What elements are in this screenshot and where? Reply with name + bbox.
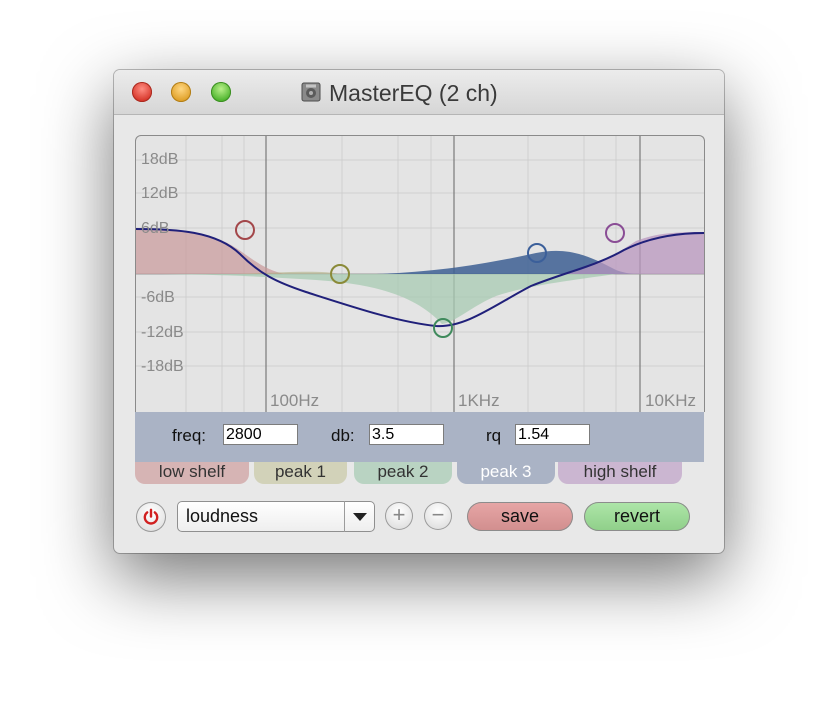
db-label-minus12: -12dB <box>141 324 184 341</box>
tab-peak-1[interactable]: peak 1 <box>254 462 347 484</box>
db-label-18: 18dB <box>141 151 178 168</box>
revert-button[interactable]: revert <box>584 502 690 531</box>
preset-select[interactable]: loudness <box>177 501 375 532</box>
rq-input[interactable]: 1.54 <box>515 424 590 445</box>
tab-peak-2[interactable]: peak 2 <box>354 462 452 484</box>
power-button[interactable] <box>136 502 166 532</box>
db-label-minus18: -18dB <box>141 358 184 375</box>
band-parameters: freq: 2800 db: 3.5 rq 1.54 <box>135 412 704 462</box>
low-shelf-handle <box>235 220 255 240</box>
db-label-minus6: -6dB <box>141 289 175 306</box>
freq-label-10khz: 10KHz <box>645 391 696 410</box>
mastereq-window: MasterEQ (2 ch) 18dB 12dB 6dB -6dB -12dB… <box>114 70 724 553</box>
tab-low-shelf[interactable]: low shelf <box>135 462 249 484</box>
tab-peak-3[interactable]: peak 3 <box>457 462 555 484</box>
db-label-12: 12dB <box>141 185 178 202</box>
preset-value: loudness <box>186 506 259 526</box>
freq-label: freq: <box>172 426 207 445</box>
db-label-6: 6dB <box>141 220 169 237</box>
rq-label: rq <box>486 426 502 445</box>
tab-high-shelf[interactable]: high shelf <box>558 462 682 484</box>
eq-graph[interactable]: 18dB 12dB 6dB -6dB -12dB -18dB 100Hz 1KH… <box>135 135 705 412</box>
save-button[interactable]: save <box>467 502 573 531</box>
zoom-button[interactable] <box>211 82 231 102</box>
minimize-button[interactable] <box>171 82 191 102</box>
freq-label-1khz: 1KHz <box>458 391 500 410</box>
chevron-down-icon <box>353 513 367 521</box>
add-preset-button[interactable]: + <box>385 502 413 530</box>
title-bar[interactable]: MasterEQ (2 ch) <box>114 70 724 115</box>
freq-label-100hz: 100Hz <box>270 391 319 410</box>
close-button[interactable] <box>132 82 152 102</box>
high-shelf-handle <box>605 223 625 243</box>
preset-dropdown-toggle[interactable] <box>344 501 375 532</box>
power-icon <box>143 508 159 525</box>
freq-input[interactable]: 2800 <box>223 424 298 445</box>
window-title: MasterEQ (2 ch) <box>329 80 498 106</box>
speaker-icon <box>300 81 322 103</box>
db-input[interactable]: 3.5 <box>369 424 444 445</box>
remove-preset-button[interactable]: − <box>424 502 452 530</box>
db-label: db: <box>331 426 355 445</box>
